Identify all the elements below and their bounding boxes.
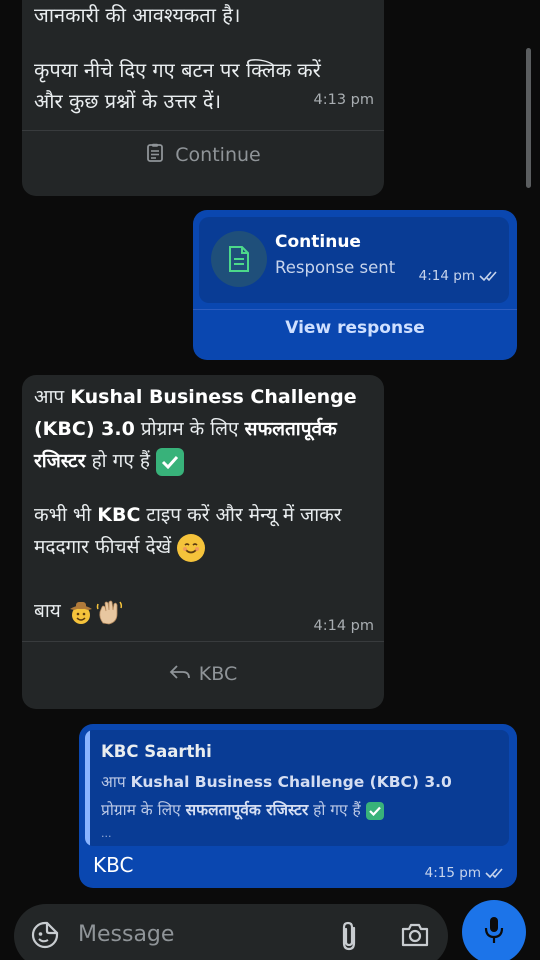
view-response-button[interactable]: View response xyxy=(193,318,517,338)
message-timestamp: 4:14 pm xyxy=(419,268,499,284)
timestamp-text: 4:14 pm xyxy=(418,268,475,284)
message-paragraph: आप Kushal Business Challenge (KBC) 3.0 प… xyxy=(34,381,378,477)
message-timestamp: 4:15 pm xyxy=(425,865,505,881)
quoted-message[interactable]: KBC Saarthi आप Kushal Business Challenge… xyxy=(85,730,509,846)
check-mark-emoji-icon xyxy=(365,801,384,820)
message-paragraph: कभी भी KBC टाइप करें और मेन्यू में जाकर … xyxy=(34,499,378,563)
text-run-bold: Kushal Business Challenge xyxy=(70,386,357,408)
message-timestamp: 4:14 pm xyxy=(313,618,375,634)
double-check-icon xyxy=(485,868,503,879)
double-check-icon xyxy=(479,271,497,282)
divider xyxy=(22,130,384,131)
text-run: प्रोग्राम के लिए xyxy=(101,801,186,819)
response-title: Continue xyxy=(275,232,361,252)
text-run: आप xyxy=(34,386,71,408)
reply-arrow-icon xyxy=(169,663,191,685)
microphone-icon xyxy=(482,915,506,949)
quote-ellipsis: ... xyxy=(101,827,112,840)
waving-hand-emoji-icon xyxy=(95,598,123,626)
text-run: मददगार फीचर्स देखें xyxy=(34,536,178,558)
kbc-quick-reply-button[interactable]: KBC xyxy=(22,651,384,697)
message-line: कृपया नीचे दिए गए बटन पर क्लिक करें xyxy=(34,58,321,82)
incoming-message-bubble: आप Kushal Business Challenge (KBC) 3.0 प… xyxy=(22,375,384,709)
text-run: प्रोग्राम के लिए xyxy=(134,418,245,440)
text-run: टाइप करें और मेन्यू में जाकर xyxy=(140,504,342,526)
emoji-picker-icon[interactable] xyxy=(30,920,60,954)
continue-button-label: Continue xyxy=(175,144,261,166)
message-composer: Message xyxy=(14,904,448,960)
quoted-text: आप Kushal Business Challenge (KBC) 3.0 प… xyxy=(101,768,501,824)
smiling-face-emoji-icon xyxy=(177,533,206,562)
quoted-sender: KBC Saarthi xyxy=(101,742,212,761)
document-icon xyxy=(211,231,267,287)
response-status: Response sent xyxy=(275,258,396,277)
response-card[interactable]: Continue Response sent 4:14 pm xyxy=(199,217,509,303)
text-run: हो गए हैं xyxy=(85,450,156,472)
message-line: जानकारी की आवश्यकता है। xyxy=(34,3,241,27)
scrollbar[interactable] xyxy=(526,48,531,188)
continue-button[interactable]: Continue xyxy=(22,132,384,178)
outgoing-message-bubble: Continue Response sent 4:14 pm View resp… xyxy=(193,210,517,360)
divider xyxy=(22,641,384,642)
camera-icon[interactable] xyxy=(400,920,430,954)
text-run-bold: सफलतापूर्वक xyxy=(244,418,337,440)
text-run: हो गए हैं xyxy=(308,801,366,819)
outgoing-reply-bubble: KBC Saarthi आप Kushal Business Challenge… xyxy=(79,724,517,888)
text-run-bold: रजिस्टर xyxy=(34,450,86,472)
text-run-bold: सफलतापूर्वक रजिस्टर xyxy=(185,801,309,819)
form-icon xyxy=(145,143,165,168)
text-run-bold: KBC xyxy=(97,504,141,526)
timestamp-text: 4:15 pm xyxy=(424,865,481,881)
microphone-button[interactable] xyxy=(462,900,526,960)
incoming-message-bubble: जानकारी की आवश्यकता है। कृपया नीचे दिए ग… xyxy=(22,0,384,196)
quote-accent-bar xyxy=(85,730,90,846)
text-run-bold: (KBC) 3.0 xyxy=(34,418,135,440)
message-input[interactable]: Message xyxy=(78,922,174,947)
text-run: कभी भी xyxy=(34,504,98,526)
cowboy-face-emoji-icon xyxy=(67,598,95,626)
message-text: KBC xyxy=(93,853,134,877)
text-run-bold: Kushal Business Challenge (KBC) 3.0 xyxy=(130,773,452,791)
message-timestamp: 4:13 pm xyxy=(313,92,375,108)
text-run: आप xyxy=(101,773,131,791)
kbc-button-label: KBC xyxy=(198,663,238,685)
attach-icon[interactable] xyxy=(336,920,364,956)
check-mark-emoji-icon xyxy=(156,447,184,476)
text-run: बाय xyxy=(34,600,67,622)
divider xyxy=(193,309,517,310)
